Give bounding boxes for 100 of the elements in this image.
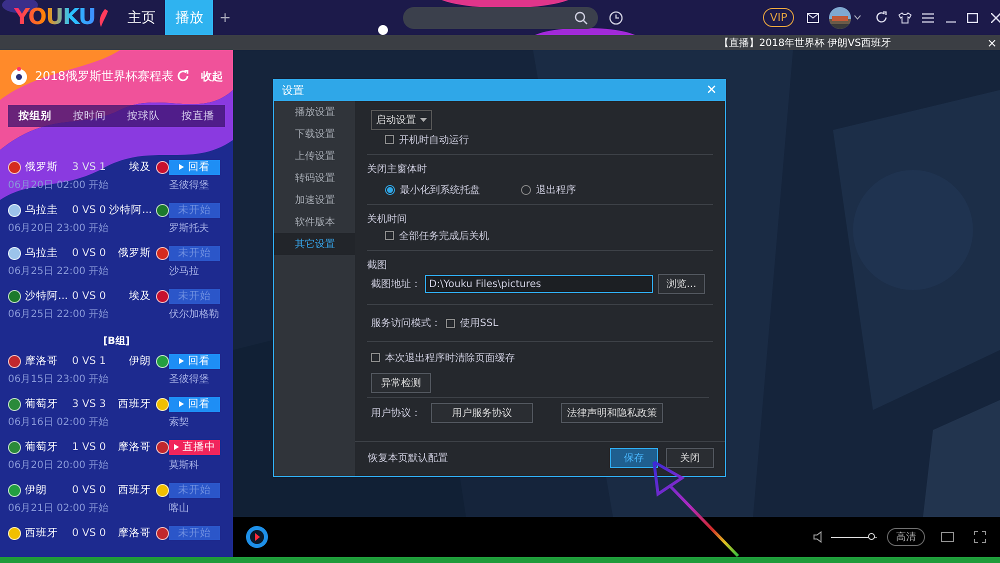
team-name: 乌拉圭	[25, 203, 59, 217]
match-venue: 莫斯科	[169, 458, 200, 472]
collapse-link[interactable]: 收起	[201, 68, 223, 84]
diagnose-button[interactable]: 异常检测	[371, 373, 431, 393]
filter-tab[interactable]: 按球队	[116, 105, 171, 127]
team-name: 西班牙	[25, 526, 59, 540]
quality-button[interactable]: 高清	[887, 528, 925, 546]
play-icon	[179, 164, 184, 170]
match-score: 0 VS 0	[71, 204, 107, 216]
swoosh-icon	[97, 8, 110, 28]
match-score: 0 VS 0	[71, 290, 107, 302]
section-title: 截图	[367, 258, 387, 272]
checkbox[interactable]	[385, 135, 394, 144]
settings-nav-item[interactable]: 软件版本	[274, 211, 355, 233]
close-button[interactable]: 关闭	[666, 448, 714, 468]
match-status-button[interactable]: 直播中	[169, 440, 220, 454]
checkbox-label: 开机时自动运行	[399, 134, 469, 146]
caret-icon	[854, 15, 862, 20]
maximize-icon	[967, 12, 978, 22]
refresh-icon	[177, 70, 189, 82]
search-field[interactable]	[402, 6, 598, 28]
browse-button[interactable]: 浏览...	[658, 274, 705, 294]
field-label: 服务访问模式：	[371, 316, 441, 330]
radio-button[interactable]	[385, 184, 395, 194]
match-time: 06月20日 23:00 开始	[8, 222, 110, 234]
team-name: 西班牙	[117, 483, 151, 497]
team-name: 摩洛哥	[117, 526, 151, 540]
match-venue: 喀山	[169, 502, 190, 514]
settings-nav-item[interactable]: 加速设置	[274, 189, 355, 211]
section-title: 关机时间	[367, 212, 407, 226]
close-icon	[991, 12, 1000, 22]
match-venue: 索契	[169, 416, 190, 428]
match-venue: 圣彼得堡	[169, 372, 210, 386]
match-venue: 罗斯托夫	[169, 222, 210, 234]
shirt-icon	[898, 12, 912, 24]
settings-nav-item[interactable]: 转码设置	[274, 167, 355, 189]
dialog-title: 设置	[282, 83, 304, 98]
menu-icon	[922, 12, 934, 22]
live-broadcast-link[interactable]: 【直播】2018年世界杯 伊朗VS西班牙	[719, 36, 891, 50]
fullscreen-icon	[974, 531, 986, 543]
checkbox-label: 使用SSL	[460, 317, 498, 330]
vip-badge[interactable]: VIP	[762, 8, 794, 27]
filter-tab[interactable]: 按直播	[170, 105, 225, 127]
agreement-button[interactable]: 法律声明和隐私政策	[561, 403, 663, 423]
match-time: 06月21日 02:00 开始	[8, 502, 110, 514]
volume-handle[interactable]	[868, 533, 875, 540]
player-logo-icon	[245, 525, 269, 549]
match-score: 0 VS 0	[71, 484, 107, 496]
match-status-button[interactable]: 回看	[169, 354, 220, 368]
caret-icon	[420, 118, 427, 122]
match-status-button[interactable]: 回看	[169, 396, 220, 412]
checkbox[interactable]	[446, 318, 455, 328]
add-tab-button[interactable]: +	[219, 10, 231, 26]
window-icon	[941, 532, 954, 542]
checkbox[interactable]	[371, 353, 380, 362]
path-field[interactable]: D:\Youku Files\pictures	[425, 275, 653, 293]
match-score: 0 VS 0	[71, 527, 107, 539]
match-time: 06月25日 22:00 开始	[8, 264, 110, 278]
play-icon	[179, 401, 184, 407]
startup-dropdown[interactable]: 启动设置	[371, 110, 432, 130]
refresh-icon	[875, 11, 888, 24]
team-name: 摩洛哥	[25, 354, 59, 368]
clock-icon	[608, 10, 623, 24]
team-name: 西班牙	[117, 397, 151, 411]
section-title: 关闭主窗体时	[367, 162, 427, 176]
agreement-button[interactable]: 用户服务协议	[431, 403, 533, 423]
team-name: 俄罗斯	[117, 246, 151, 260]
settings-nav-item[interactable]: 播放设置	[274, 101, 355, 123]
match-score: 0 VS 0	[71, 247, 107, 259]
match-time: 06月20日 20:00 开始	[8, 458, 110, 472]
match-score: 0 VS 1	[71, 355, 107, 367]
filter-tab[interactable]: 按组别	[8, 105, 62, 127]
settings-nav-item[interactable]: 其它设置	[274, 233, 355, 255]
mail-icon	[807, 12, 820, 22]
team-name: 埃及	[128, 289, 151, 303]
filter-tab[interactable]: 按时间	[62, 105, 116, 127]
radio-button[interactable]	[521, 184, 531, 194]
match-status-button[interactable]: 回看	[169, 160, 220, 174]
nav-tab[interactable]: 主页	[117, 0, 166, 35]
settings-nav-item[interactable]: 下载设置	[274, 123, 355, 145]
restore-defaults-link[interactable]: 恢复本页默认配置	[368, 451, 448, 465]
checkbox[interactable]	[385, 231, 394, 240]
checkbox-label: 全部任务完成后关机	[399, 230, 489, 242]
play-icon	[174, 444, 178, 450]
team-name: 伊朗	[25, 483, 48, 497]
team-name: 沙特阿...	[109, 203, 151, 217]
match-venue: 圣彼得堡	[169, 178, 210, 192]
settings-nav-item[interactable]: 上传设置	[274, 145, 355, 167]
save-button[interactable]: 保存	[610, 448, 658, 468]
field-label: 截图地址：	[371, 278, 421, 291]
team-name: 摩洛哥	[117, 440, 151, 454]
match-score: 1 VS 0	[71, 441, 107, 453]
close-button[interactable]: ×	[986, 36, 997, 48]
checkbox-label: 本次退出程序时清除页面缓存	[385, 352, 515, 364]
search-icon	[574, 10, 588, 24]
match-time: 06月16日 02:00 开始	[8, 416, 110, 428]
team-name: 乌拉圭	[25, 246, 59, 260]
play-icon	[179, 358, 184, 364]
match-venue: 伏尔加格勒	[169, 308, 220, 320]
team-name: 埃及	[128, 160, 151, 174]
